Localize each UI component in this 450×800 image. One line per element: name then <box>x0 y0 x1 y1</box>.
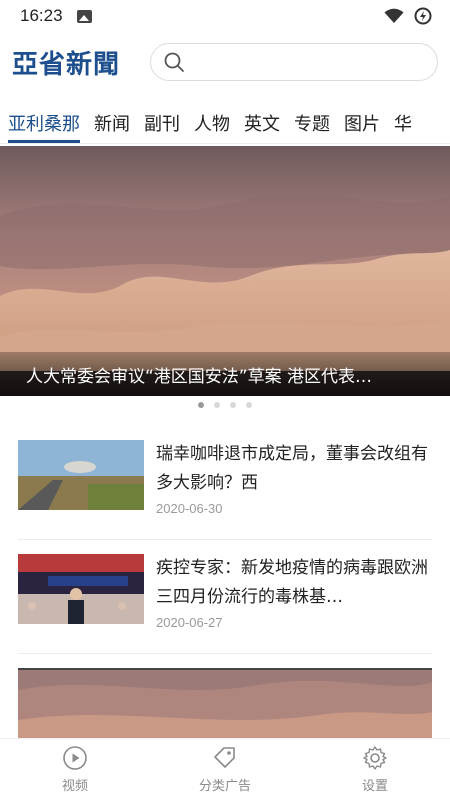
app-screen: 16:23 亞省新聞 亚利桑那 新闻 副刊 人物 英文 专题 图片 华 人大常委… <box>0 0 450 800</box>
wifi-icon <box>384 8 404 23</box>
carousel-dot[interactable] <box>198 402 204 408</box>
status-time: 16:23 <box>20 6 63 25</box>
news-title: 疾控专家：新发地疫情的病毒跟欧洲三四月份流行的毒株基… <box>156 558 428 607</box>
tab-english[interactable]: 英文 <box>244 100 280 143</box>
app-logo: 亞省新聞 <box>12 49 121 80</box>
search-icon <box>164 52 184 72</box>
search-bar[interactable] <box>150 43 438 81</box>
banner-carousel[interactable]: 人大常委会审议“港区国安法”草案 港区代表… <box>0 146 450 396</box>
nav-classifieds[interactable]: 分类广告 <box>150 739 300 800</box>
news-list-item[interactable]: 疾控专家：新发地疫情的病毒跟欧洲三四月份流行的毒株基… 2020-06-27 <box>18 554 432 654</box>
tag-icon <box>214 747 235 768</box>
tab-supplement[interactable]: 副刊 <box>144 100 180 143</box>
status-bar: 16:23 <box>0 0 450 32</box>
news-date: 2020-06-27 <box>156 615 223 630</box>
nav-label: 设置 <box>361 779 388 794</box>
nav-label: 分类广告 <box>198 779 251 794</box>
carousel-dot[interactable] <box>214 402 220 408</box>
carousel-dot[interactable] <box>246 402 252 408</box>
banner-caption: 人大常委会审议“港区国安法”草案 港区代表… <box>0 352 450 396</box>
battery-saver-icon <box>414 7 432 25</box>
news-list-item[interactable]: 瑞幸咖啡退市成定局，董事会改组有多大影响？西 2020-06-30 <box>18 440 432 540</box>
search-input[interactable] <box>191 54 437 70</box>
tab-pictures[interactable]: 图片 <box>344 100 380 143</box>
news-text: 疾控专家：新发地疫情的病毒跟欧洲三四月份流行的毒株基… 2020-06-27 <box>156 554 432 653</box>
tab-chinese[interactable]: 华 <box>394 100 412 143</box>
play-circle-icon <box>63 746 87 770</box>
tab-topics[interactable]: 专题 <box>294 100 330 143</box>
news-card[interactable] <box>18 668 432 748</box>
status-right <box>384 7 432 25</box>
tab-news[interactable]: 新闻 <box>94 100 130 143</box>
nav-settings[interactable]: 设置 <box>300 739 450 800</box>
bottom-navigation: 视频 分类广告 设置 <box>0 738 450 800</box>
news-date: 2020-06-30 <box>156 501 223 516</box>
news-text: 瑞幸咖啡退市成定局，董事会改组有多大影响？西 2020-06-30 <box>156 440 432 539</box>
nav-video[interactable]: 视频 <box>0 739 150 800</box>
tab-arizona[interactable]: 亚利桑那 <box>8 100 80 143</box>
category-tabs: 亚利桑那 新闻 副刊 人物 英文 专题 图片 华 <box>0 100 450 144</box>
news-title: 瑞幸咖啡退市成定局，董事会改组有多大影响？西 <box>156 444 428 493</box>
app-header: 亞省新聞 <box>0 36 450 88</box>
news-thumbnail <box>18 554 144 624</box>
carousel-indicator <box>0 402 450 414</box>
carousel-dot[interactable] <box>230 402 236 408</box>
news-card-image <box>18 670 432 748</box>
nav-label: 视频 <box>61 779 88 794</box>
image-notification-icon <box>76 9 92 23</box>
tab-people[interactable]: 人物 <box>194 100 230 143</box>
news-thumbnail <box>18 440 144 510</box>
gear-icon <box>363 746 387 770</box>
